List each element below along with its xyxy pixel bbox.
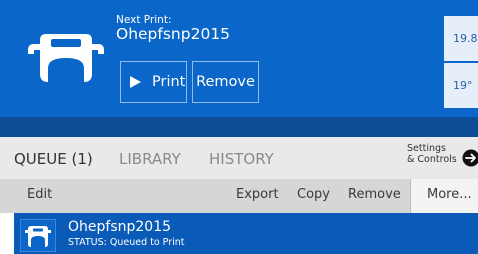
app-logo-icon	[28, 34, 104, 82]
tab-bar: QUEUE (1) LIBRARY HISTORY Settings & Con…	[0, 137, 478, 179]
remove-next-print-button[interactable]: Remove	[192, 61, 259, 103]
app-header: Next Print: Ohepfsnp2015 Print Remove 19…	[0, 0, 478, 117]
tab-library[interactable]: LIBRARY	[119, 150, 181, 168]
settings-controls-label[interactable]: Settings & Controls	[407, 143, 457, 165]
queue-toolbar: Edit Export Copy Remove More...	[0, 179, 478, 213]
remove-button-label: Remove	[196, 74, 255, 90]
queue-list-item[interactable]: Ohepfsnp2015 STATUS: Queued to Print	[0, 213, 478, 254]
play-icon	[129, 75, 142, 89]
header-divider-strip	[0, 117, 478, 137]
edit-button[interactable]: Edit	[27, 187, 52, 202]
print-button-label: Print	[152, 74, 186, 90]
print-button[interactable]: Print	[120, 61, 187, 103]
tab-queue[interactable]: QUEUE (1)	[14, 150, 93, 168]
arrow-right-circle-icon[interactable]	[460, 149, 478, 167]
queue-item-name: Ohepfsnp2015	[68, 219, 172, 235]
tab-history[interactable]: HISTORY	[209, 150, 274, 168]
extruder-temperature[interactable]: 19.8°	[444, 16, 478, 61]
extruder-temperature-value: 19.8°	[453, 32, 478, 45]
export-button[interactable]: Export	[236, 187, 279, 202]
more-menu-button[interactable]: More...	[410, 179, 478, 213]
item-selection-edge	[0, 213, 14, 254]
bed-temperature-value: 19°	[453, 79, 473, 92]
part-thumbnail-icon	[20, 219, 56, 252]
bed-temperature[interactable]: 19°	[444, 63, 478, 108]
next-print-name: Ohepfsnp2015	[116, 25, 231, 43]
copy-button[interactable]: Copy	[297, 187, 330, 202]
remove-button[interactable]: Remove	[348, 187, 401, 202]
settings-label-line1: Settings	[407, 143, 446, 154]
queue-item-status: STATUS: Queued to Print	[68, 237, 185, 248]
settings-label-line2: & Controls	[407, 153, 457, 165]
